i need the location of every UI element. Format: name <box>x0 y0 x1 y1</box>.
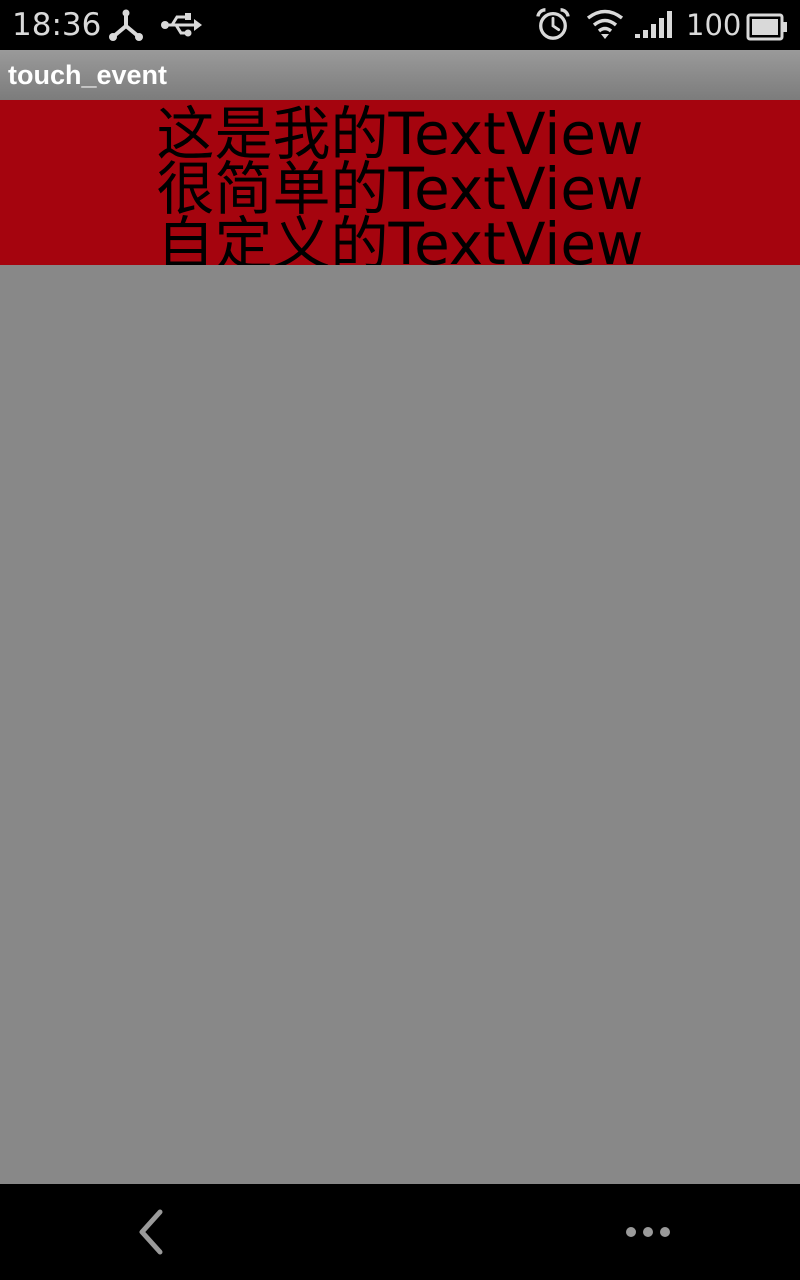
signal-icon <box>635 11 672 38</box>
alarm-icon <box>536 8 570 40</box>
back-icon[interactable] <box>128 1208 176 1256</box>
action-bar: touch_event <box>0 50 800 100</box>
status-bar: 18:36 100 <box>0 0 800 50</box>
battery-level: 100 <box>686 8 742 42</box>
text-view-line-3: 自定义的TextView <box>156 210 644 265</box>
wifi-icon <box>586 9 624 39</box>
status-time: 18:36 <box>12 7 102 43</box>
app-title: touch_event <box>8 60 168 90</box>
content-area <box>0 265 800 1184</box>
battery-icon <box>746 13 787 41</box>
nfc-share-icon <box>109 9 143 41</box>
usb-icon <box>161 13 202 37</box>
navigation-bar <box>0 1184 800 1280</box>
more-icon[interactable] <box>620 1220 676 1244</box>
custom-text-view[interactable]: 这是我的TextView 很简单的TextView 自定义的TextView <box>0 100 800 265</box>
